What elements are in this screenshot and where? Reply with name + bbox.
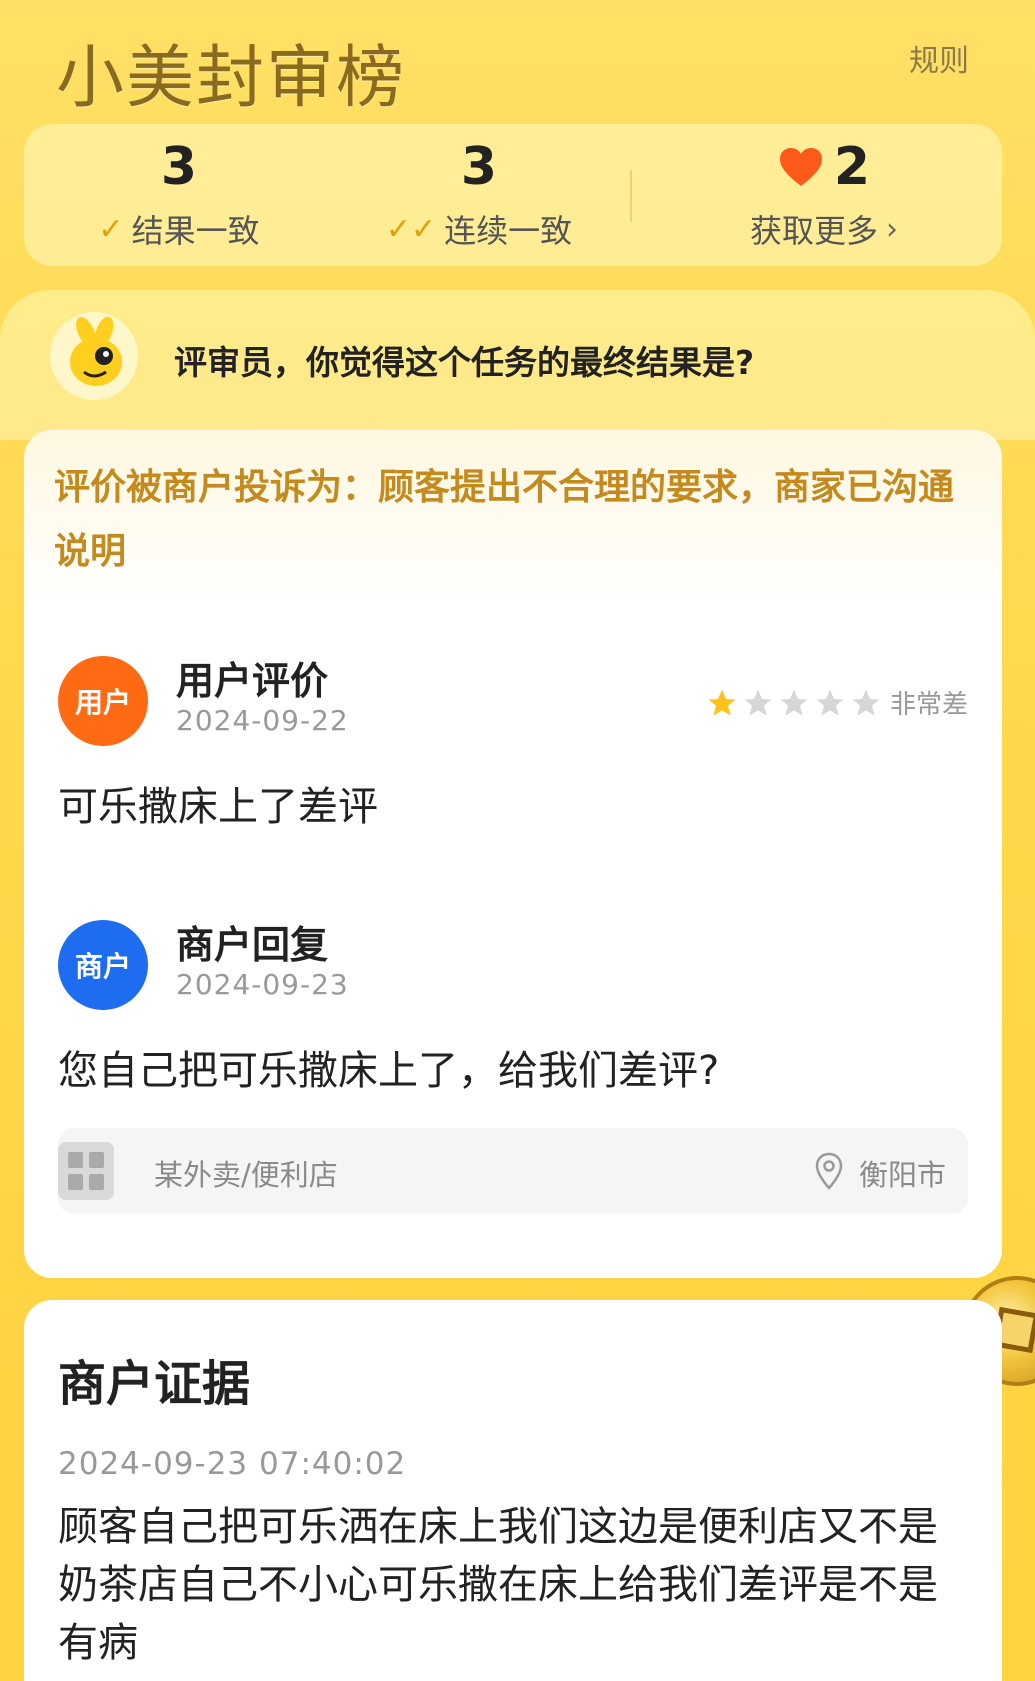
stat-lives[interactable]: 2 获取更多 ›: [724, 124, 924, 266]
user-avatar: 用户: [58, 656, 148, 746]
store-thumbnail-icon: [58, 1142, 114, 1200]
streak-match-label: 连续一致: [444, 212, 573, 250]
star-icon: [708, 689, 736, 716]
check-icon: ✓: [98, 211, 124, 247]
rules-link[interactable]: 规则: [909, 36, 969, 80]
result-match-count: 3: [160, 137, 198, 197]
stats-divider: [630, 170, 632, 222]
mascot-icon: [50, 312, 138, 400]
store-city: 衡阳市: [858, 1158, 946, 1192]
heart-icon: [779, 148, 822, 186]
merchant-reply-date: 2024-09-23: [176, 968, 349, 1001]
header: 小美封审榜 规则: [0, 0, 1035, 120]
merchant-reply-text: 您自己把可乐撒床上了，给我们差评?: [58, 1048, 720, 1094]
chevron-right-icon: ›: [886, 211, 898, 247]
stat-streak-match: 3 ✓✓ 连续一致: [384, 124, 574, 266]
stat-result-match: 3 ✓ 结果一致: [84, 124, 274, 266]
star-icon: [744, 689, 772, 716]
task-card: 评价被商户投诉为：顾客提出不合理的要求，商家已沟通说明 用户 用户评价 2024…: [24, 430, 1002, 1278]
get-more-link[interactable]: 获取更多: [750, 206, 878, 252]
evidence-title: 商户证据: [58, 1356, 251, 1412]
store-bar[interactable]: 某外卖/便利店 衡阳市: [58, 1128, 968, 1214]
result-match-label: 结果一致: [131, 212, 260, 250]
question-bar: 评审员，你觉得这个任务的最终结果是?: [0, 290, 1035, 440]
user-review-date: 2024-09-22: [176, 704, 349, 737]
complaint-text: 评价被商户投诉为：顾客提出不合理的要求，商家已沟通说明: [24, 430, 1002, 610]
store-name: 某外卖/便利店: [154, 1158, 338, 1192]
double-check-icon: ✓✓: [385, 211, 437, 247]
location-pin-icon: [815, 1152, 843, 1190]
streak-match-count: 3: [460, 137, 498, 197]
star-rating: 非常差: [706, 684, 968, 721]
app-title: 小美封审榜: [56, 39, 407, 118]
star-icon: [816, 689, 844, 716]
merchant-avatar: 商户: [58, 920, 148, 1010]
user-review-title: 用户评价: [176, 659, 329, 703]
stats-panel: 3 ✓ 结果一致 3 ✓✓ 连续一致 2 获取更多 ›: [24, 124, 1002, 266]
evidence-text: 顾客自己把可乐洒在床上我们这边是便利店又不是奶茶店自己不小心可乐撒在床上给我们差…: [58, 1504, 938, 1666]
star-icon: [780, 689, 808, 716]
rating-label: 非常差: [889, 690, 968, 720]
question-text: 评审员，你觉得这个任务的最终结果是?: [174, 343, 755, 382]
user-review-text: 可乐撒床上了差评: [58, 784, 378, 830]
evidence-card: 商户证据 2024-09-23 07:40:02 顾客自己把可乐洒在床上我们这边…: [24, 1300, 1002, 1681]
evidence-timestamp: 2024-09-23 07:40:02: [58, 1446, 407, 1482]
star-icon: [852, 689, 880, 716]
merchant-reply-title: 商户回复: [176, 923, 329, 967]
lives-count: 2: [833, 137, 871, 197]
